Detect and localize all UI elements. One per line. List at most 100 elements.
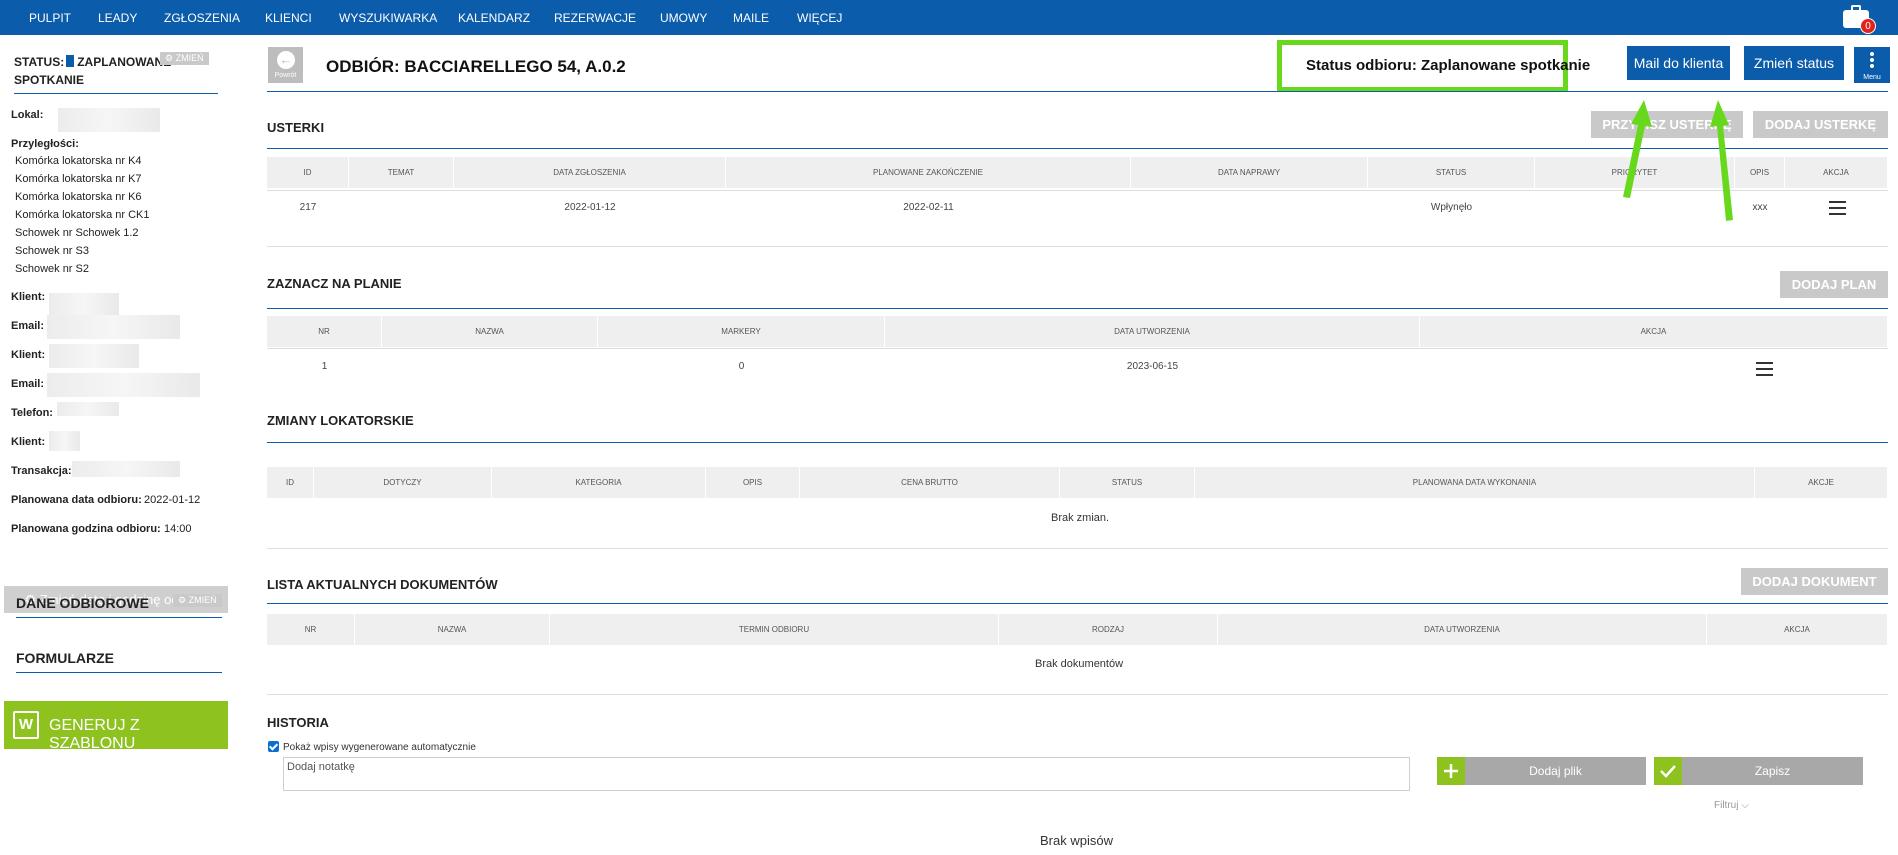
zmiany-heading: ZMIANY LOKATORSKIE xyxy=(267,413,414,428)
nav-wiecej[interactable]: WIĘCEJ xyxy=(797,11,842,25)
briefcase-icon[interactable]: 0 xyxy=(1843,4,1876,34)
notification-badge: 0 xyxy=(1860,18,1876,34)
zmiany-table-header: ID DOTYCZY KATEGORIA OPIS CENA BRUTTO ST… xyxy=(267,467,1888,498)
column-header[interactable]: OPIS xyxy=(706,467,800,498)
column-header[interactable]: AKCJA xyxy=(1420,316,1888,347)
column-header[interactable]: DATA UTWORZENIA xyxy=(1218,614,1707,645)
column-header[interactable]: DATA UTWORZENIA xyxy=(885,316,1420,347)
plan-heading: ZAZNACZ NA PLANIE xyxy=(267,276,402,291)
nav-maile[interactable]: MAILE xyxy=(733,11,769,25)
dodaj-plan-button[interactable]: DODAJ PLAN xyxy=(1780,271,1888,298)
note-input[interactable]: Dodaj notatkę xyxy=(283,757,1410,791)
status-odbioru-text: Status odbioru: Zaplanowane spotkanie xyxy=(1306,57,1591,74)
zapisz-button[interactable]: Zapisz xyxy=(1654,757,1863,785)
column-header[interactable]: RODZAJ xyxy=(999,614,1218,645)
section-divider xyxy=(267,694,1888,695)
generate-template-button[interactable]: W GENERUJ Z SZABLONU xyxy=(4,701,228,752)
klient-redacted-3 xyxy=(49,431,80,451)
dodaj-plik-button[interactable]: Dodaj plik xyxy=(1437,757,1646,785)
klient-label-3: Klient: xyxy=(11,436,46,448)
back-label: Powrót xyxy=(274,72,297,79)
godzina-odbioru-label: Planowana godzina odbioru: xyxy=(11,523,161,535)
nav-wyszukiwarka[interactable]: WYSZUKIWARKA xyxy=(339,11,437,25)
main-content: ← Powrót ODBIÓR: BACCIARELLEGO 54, A.0.2… xyxy=(237,35,1898,855)
przyleglosc-item: Komórka lokatorska nr K6 xyxy=(15,191,142,203)
lokal-redacted xyxy=(58,108,160,132)
przyleglosci-label: Przyległości: xyxy=(11,138,79,150)
change-dane-mini-button[interactable]: ⚙ ZMIEŃ xyxy=(173,594,222,607)
mail-do-klienta-button[interactable]: Mail do klienta xyxy=(1627,46,1730,80)
back-button[interactable]: ← Powrót xyxy=(268,47,303,83)
menu-label: Menu xyxy=(1863,74,1881,81)
column-header[interactable]: NAZWA xyxy=(355,614,550,645)
status-label: STATUS: xyxy=(14,55,65,69)
column-header[interactable]: AKCJE xyxy=(1755,467,1888,498)
nav-leady[interactable]: LEADY xyxy=(98,11,137,25)
hamburger-menu-icon[interactable] xyxy=(1756,362,1773,376)
filtruj-toggle[interactable]: Filtruj ⌵ xyxy=(1714,800,1749,811)
brak-dokumentow-text: Brak dokumentów xyxy=(1035,658,1124,670)
checkbox-checked[interactable] xyxy=(268,741,279,752)
klient-redacted-2 xyxy=(49,344,139,368)
dokumenty-rule xyxy=(267,603,1888,604)
column-header[interactable]: DOTYCZY xyxy=(314,467,492,498)
column-header[interactable]: NAZWA xyxy=(382,316,598,347)
email-redacted-2 xyxy=(47,373,200,397)
hamburger-menu-icon[interactable] xyxy=(1829,201,1846,215)
column-header[interactable]: AKCJA xyxy=(1707,614,1888,645)
column-header[interactable]: ID xyxy=(267,467,314,498)
column-header[interactable]: STATUS xyxy=(1368,157,1535,188)
nav-umowy[interactable]: UMOWY xyxy=(660,11,707,25)
auto-entries-checkbox-row[interactable]: Pokaż wpisy wygenerowane automatycznie xyxy=(268,741,476,753)
column-header[interactable]: DATA NAPRAWY xyxy=(1131,157,1368,188)
column-header[interactable]: TEMAT xyxy=(349,157,454,188)
telefon-label: Telefon: xyxy=(11,407,53,419)
column-header[interactable]: MARKERY xyxy=(598,316,885,347)
zmien-status-button[interactable]: Zmień status xyxy=(1744,46,1844,80)
column-header[interactable]: DATA ZGŁOSZENIA xyxy=(454,157,726,188)
przyleglosc-item: Schowek nr S3 xyxy=(15,245,89,257)
klient-label-2: Klient: xyxy=(11,349,46,361)
usterka-data-zgloszenia: 2022-01-12 xyxy=(564,202,616,213)
word-document-icon: W xyxy=(13,711,39,739)
arrow-up-icon xyxy=(1710,100,1733,221)
column-header[interactable]: TERMIN ODBIORU xyxy=(550,614,999,645)
formularze-heading[interactable]: FORMULARZE xyxy=(16,650,114,666)
dane-odbiorowe-heading[interactable]: DANE ODBIOROWE xyxy=(16,595,149,611)
column-header[interactable]: NR xyxy=(267,316,382,347)
brak-zmian-text: Brak zmian. xyxy=(1051,512,1110,524)
column-header[interactable]: STATUS xyxy=(1060,467,1195,498)
column-header[interactable]: NR xyxy=(267,614,355,645)
menu-button[interactable]: Menu xyxy=(1854,47,1890,83)
klient-label: Klient: xyxy=(11,291,46,303)
column-header[interactable]: ID xyxy=(267,157,349,188)
zmiany-rule xyxy=(267,442,1888,443)
checkmark-icon xyxy=(1654,757,1682,785)
przyleglosc-item: Schowek nr S2 xyxy=(15,263,89,275)
transakcja-redacted xyxy=(72,461,180,477)
plan-table-header: NR NAZWA MARKERY DATA UTWORZENIA AKCJA xyxy=(267,316,1888,347)
change-status-mini-button[interactable]: ⚙ ZMIEŃ xyxy=(160,52,209,65)
column-header[interactable]: PLANOWANA DATA WYKONANIA xyxy=(1195,467,1755,498)
przyleglosc-item: Komórka lokatorska nr K7 xyxy=(15,173,142,185)
column-header[interactable]: CENA BRUTTO xyxy=(800,467,1060,498)
divider xyxy=(14,93,218,94)
nav-pulpit[interactable]: PULPIT xyxy=(29,11,71,25)
filtruj-label: Filtruj xyxy=(1714,800,1739,811)
data-odbioru-label: Planowana data odbioru: xyxy=(11,494,142,506)
usterka-planowane: 2022-02-11 xyxy=(903,202,954,213)
nav-rezerwacje[interactable]: REZERWACJE xyxy=(554,11,636,25)
nav-zgloszenia[interactable]: ZGŁOSZENIA xyxy=(164,11,240,25)
plan-markery: 0 xyxy=(738,361,745,372)
nav-kalendarz[interactable]: KALENDARZ xyxy=(458,11,530,25)
annotation-arrows xyxy=(1623,100,1733,221)
dodaj-dokument-button[interactable]: DODAJ DOKUMENT xyxy=(1741,568,1888,595)
column-header[interactable]: PLANOWANE ZAKOŃCZENIE xyxy=(726,157,1131,188)
change-label: ZMIEŃ xyxy=(175,53,204,63)
przyleglosc-item: Komórka lokatorska nr K4 xyxy=(15,155,142,167)
column-header[interactable]: KATEGORIA xyxy=(492,467,706,498)
lokal-label: Lokal: xyxy=(11,109,44,121)
divider xyxy=(16,617,222,618)
przyleglosc-item: Schowek nr Schowek 1.2 xyxy=(15,227,139,239)
nav-klienci[interactable]: KLIENCI xyxy=(265,11,312,25)
